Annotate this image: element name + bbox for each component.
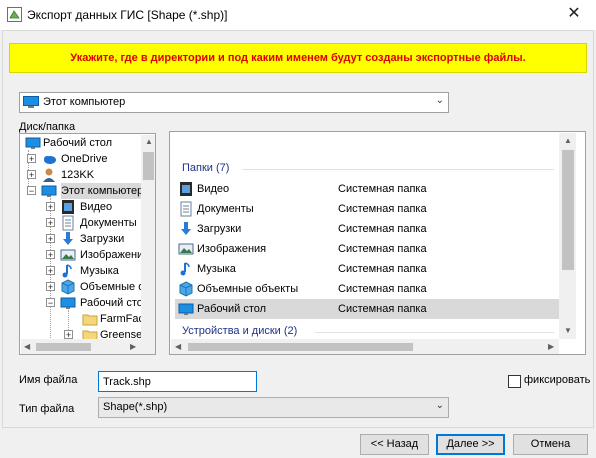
collapse-icon[interactable]: −: [46, 298, 55, 308]
computer-icon: [41, 185, 57, 197]
list-item-selected[interactable]: Рабочий стол Системная папка: [175, 299, 560, 319]
video-folder-icon: [180, 182, 192, 196]
scroll-right-icon[interactable]: ▶: [130, 342, 136, 351]
cloud-icon: [44, 156, 56, 164]
3d-objects-icon: [61, 279, 75, 295]
expand-icon[interactable]: +: [27, 154, 36, 164]
3d-objects-icon: [179, 281, 193, 297]
pictures-folder-icon: [60, 249, 76, 261]
list-hscroll-thumb[interactable]: [188, 343, 413, 351]
file-list[interactable]: Папки (7) Видео Системная папка Документ…: [169, 131, 586, 355]
window-title: Экспорт данных ГИС [Shape (*.shp)]: [27, 8, 228, 22]
expand-icon[interactable]: +: [46, 202, 55, 212]
computer-icon: [23, 96, 39, 108]
desktop-icon: [25, 137, 41, 149]
video-folder-icon: [62, 200, 74, 214]
expand-icon[interactable]: +: [46, 250, 55, 260]
list-item[interactable]: Музыка Системная папка: [175, 259, 560, 279]
group-divider: [315, 332, 554, 333]
scroll-left-icon[interactable]: ◀: [24, 342, 30, 351]
expand-icon[interactable]: +: [46, 218, 55, 228]
documents-folder-icon: [62, 215, 74, 231]
list-item[interactable]: Видео Системная папка: [175, 179, 560, 199]
location-select[interactable]: Этот компьютер ⌄: [19, 92, 449, 113]
user-icon: [43, 168, 55, 182]
fix-checkbox-label[interactable]: фиксировать: [524, 374, 590, 386]
desktop-icon: [178, 303, 194, 315]
expand-icon[interactable]: +: [46, 282, 55, 292]
list-item[interactable]: Загрузки Системная папка: [175, 219, 560, 239]
chevron-down-icon[interactable]: ⌄: [436, 400, 444, 411]
downloads-icon: [181, 222, 191, 235]
expand-icon[interactable]: +: [64, 330, 73, 340]
desktop-icon: [60, 297, 76, 309]
list-item[interactable]: Объемные объекты Системная папка: [175, 279, 560, 299]
tree-scroll-thumb[interactable]: [143, 152, 154, 180]
list-item[interactable]: Документы Системная папка: [175, 199, 560, 219]
expand-icon[interactable]: +: [46, 266, 55, 276]
filename-label: Имя файла: [19, 374, 78, 386]
group-divider: [242, 169, 554, 170]
instruction-banner: Укажите, где в директории и под каким им…: [9, 43, 587, 73]
next-button[interactable]: Далее >>: [436, 434, 505, 455]
music-icon: [62, 264, 72, 278]
filetype-select[interactable]: Shape(*.shp) ⌄: [98, 397, 449, 418]
scroll-down-icon[interactable]: ▼: [564, 326, 572, 335]
filetype-value: Shape(*.shp): [103, 401, 168, 413]
group-header-devices[interactable]: Устройства и диски (2): [182, 325, 297, 337]
downloads-icon: [63, 232, 73, 245]
fix-checkbox[interactable]: [508, 375, 521, 388]
filename-input[interactable]: [98, 371, 257, 392]
folder-tree[interactable]: Рабочий стол + OneDrive + 123KK − Этот к…: [19, 133, 156, 355]
collapse-icon[interactable]: −: [27, 186, 36, 196]
music-icon: [180, 262, 190, 276]
list-scroll-thumb[interactable]: [562, 150, 574, 270]
scroll-up-icon[interactable]: ▲: [564, 136, 572, 145]
list-item[interactable]: Изображения Системная папка: [175, 239, 560, 259]
close-button[interactable]: ✕: [552, 0, 596, 30]
chevron-down-icon[interactable]: ⌄: [436, 95, 444, 106]
tree-hscroll-thumb[interactable]: [36, 343, 91, 351]
scroll-right-icon[interactable]: ▶: [548, 342, 554, 351]
cancel-button[interactable]: Отмена: [513, 434, 588, 455]
documents-folder-icon: [180, 201, 192, 217]
back-button[interactable]: << Назад: [360, 434, 429, 455]
scroll-left-icon[interactable]: ◀: [175, 342, 181, 351]
drive-folder-label: Диск/папка: [19, 121, 76, 133]
expand-icon[interactable]: +: [27, 170, 36, 180]
group-header-folders[interactable]: Папки (7): [182, 162, 229, 174]
scroll-up-icon[interactable]: ▲: [145, 137, 153, 146]
location-value: Этот компьютер: [43, 96, 126, 108]
expand-icon[interactable]: +: [46, 234, 55, 244]
pictures-folder-icon: [178, 243, 194, 255]
filetype-label: Тип файла: [19, 403, 75, 415]
app-icon: [7, 7, 22, 22]
folder-icon: [82, 314, 98, 326]
